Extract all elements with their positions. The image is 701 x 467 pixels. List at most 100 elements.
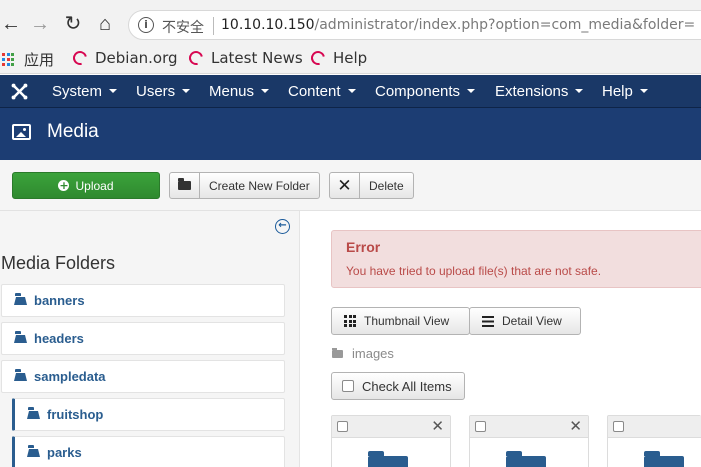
url-text[interactable]: 10.10.10.150/administrator/index.php?opt… (221, 17, 695, 33)
folder-open-icon (14, 293, 27, 305)
thumbnail-checkbox[interactable] (337, 421, 348, 432)
divider (213, 17, 214, 35)
folder-icon (506, 451, 546, 467)
check-all-checkbox[interactable] (342, 380, 354, 392)
caret-down-icon (182, 89, 191, 93)
menu-components[interactable]: Components (375, 83, 476, 100)
detail-view-button[interactable]: Detail View (469, 307, 581, 335)
folder-label: parks (47, 445, 82, 460)
thumbnail-header: ✕ (332, 416, 450, 438)
folder-icon (178, 178, 191, 190)
debian-swirl-icon (308, 48, 328, 68)
home-icon[interactable]: ⌂ (94, 13, 116, 35)
media-thumbnail[interactable]: ✕ (469, 415, 589, 467)
image-icon (12, 124, 31, 140)
bookmark-label: Help (333, 49, 368, 67)
admin-navbar: System Users Menus Content Components Ex… (0, 75, 701, 108)
forward-arrow-icon[interactable]: → (29, 13, 51, 35)
media-folders-sidebar: ← Media Folders banners headers sampleda… (0, 211, 300, 467)
joomla-logo-icon[interactable] (11, 83, 28, 100)
grid-icon (344, 315, 356, 327)
folder-label: banners (34, 293, 85, 308)
caret-down-icon (261, 89, 270, 93)
check-all-button[interactable]: Check All Items (331, 372, 465, 400)
delete-icon-cell: ✕ (330, 173, 360, 198)
sidebar-heading: Media Folders (1, 253, 116, 273)
folder-label: fruitshop (47, 407, 104, 422)
menu-users[interactable]: Users (136, 83, 191, 100)
menu-label: Help (602, 83, 633, 100)
menu-label: Extensions (495, 83, 569, 100)
error-alert: Error You have tried to upload file(s) t… (331, 230, 701, 288)
collapse-arrow-left-icon[interactable]: ← (275, 219, 290, 234)
menu-content[interactable]: Content (288, 83, 356, 100)
thumbnail-header: ✕ (470, 416, 588, 438)
browser-toolbar: ← → ↻ ⌂ i 不安全 10.10.10.150/administrator… (0, 0, 701, 50)
media-thumbnail[interactable]: ✕ (331, 415, 451, 467)
menu-help[interactable]: Help (602, 83, 648, 100)
back-arrow-icon[interactable]: ← (0, 13, 22, 35)
close-icon[interactable]: ✕ (431, 417, 444, 435)
close-icon: ✕ (337, 175, 352, 196)
breadcrumb: images (332, 346, 394, 361)
menu-label: System (52, 83, 103, 100)
check-all-label: Check All Items (362, 378, 452, 394)
menu-system[interactable]: System (52, 83, 118, 100)
thumbnail-header (608, 416, 701, 438)
folder-label: headers (34, 331, 84, 346)
menu-menus[interactable]: Menus (209, 83, 270, 100)
debian-swirl-icon (186, 48, 206, 68)
thumbnail-checkbox[interactable] (613, 421, 624, 432)
apps-grid-icon (2, 52, 16, 67)
folder-icon (332, 347, 343, 358)
folder-icon-cell (170, 173, 200, 198)
media-thumbnail[interactable] (607, 415, 701, 467)
menu-label: Content (288, 83, 341, 100)
upload-label: Upload (75, 178, 114, 193)
alert-heading: Error (346, 239, 381, 255)
folder-open-icon (27, 407, 40, 419)
menu-label: Menus (209, 83, 255, 100)
bookmark-apps[interactable]: 应用 (2, 49, 54, 70)
address-bar[interactable]: i 不安全 10.10.10.150/administrator/index.p… (128, 10, 701, 40)
bookmark-help[interactable]: Help (308, 48, 368, 68)
menu-extensions[interactable]: Extensions (495, 83, 584, 100)
delete-button[interactable]: ✕ Delete (329, 172, 414, 199)
delete-label: Delete (369, 178, 404, 193)
bookmark-label: 应用 (24, 51, 55, 69)
folder-item-banners[interactable]: banners (1, 284, 285, 317)
security-label: 不安全 (162, 20, 204, 36)
thumbnail-view-button[interactable]: Thumbnail View (331, 307, 470, 335)
page-header: Media (0, 108, 701, 160)
menu-label: Users (136, 83, 176, 100)
breadcrumb-current[interactable]: images (352, 346, 394, 361)
bookmark-latest-news[interactable]: Latest News (186, 48, 303, 68)
caret-down-icon (467, 89, 476, 93)
folder-item-headers[interactable]: headers (1, 322, 285, 355)
action-toolbar: + Upload Create New Folder ✕ Delete (0, 160, 701, 211)
folder-open-icon (14, 369, 27, 381)
folder-item-parks[interactable]: parks (12, 436, 285, 467)
upload-button[interactable]: + Upload (12, 172, 160, 199)
close-icon[interactable]: ✕ (569, 417, 582, 435)
bookmark-label: Latest News (211, 49, 303, 67)
list-icon (482, 315, 494, 327)
alert-message: You have tried to upload file(s) that ar… (346, 264, 602, 278)
folder-icon (368, 451, 408, 467)
info-icon[interactable]: i (138, 17, 154, 33)
folder-item-fruitshop[interactable]: fruitshop (12, 398, 285, 431)
caret-down-icon (109, 89, 118, 93)
menu-label: Components (375, 83, 461, 100)
url-path: /administrator/index.php?option=com_medi… (314, 17, 696, 33)
create-new-folder-button[interactable]: Create New Folder (169, 172, 320, 199)
reload-icon[interactable]: ↻ (62, 13, 84, 35)
folder-item-sampledata[interactable]: sampledata (1, 360, 285, 393)
bookmark-label: Debian.org (95, 49, 178, 67)
caret-down-icon (639, 89, 648, 93)
thumbnail-checkbox[interactable] (475, 421, 486, 432)
bookmark-debian[interactable]: Debian.org (70, 48, 178, 68)
caret-down-icon (575, 89, 584, 93)
folder-open-icon (27, 445, 40, 457)
url-host: 10.10.10.150 (221, 17, 315, 33)
create-folder-label: Create New Folder (209, 178, 310, 193)
